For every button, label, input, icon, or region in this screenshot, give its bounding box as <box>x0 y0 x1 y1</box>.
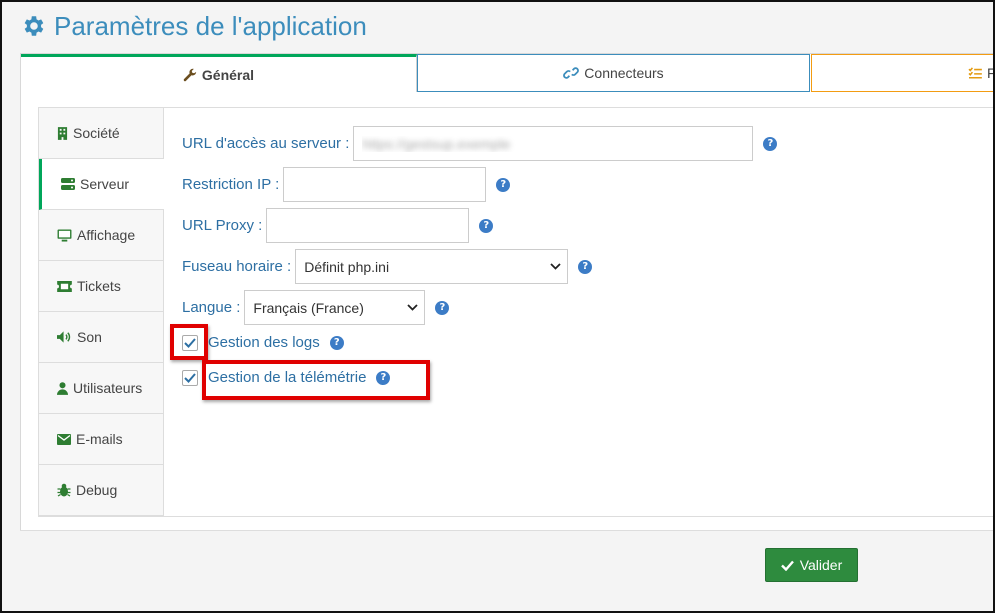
page-title-text: Paramètres de l'application <box>54 10 367 41</box>
sidebar-item-label: Son <box>77 329 102 345</box>
timezone-select[interactable]: Définit php.ini <box>295 249 569 284</box>
sidebar-item-affichage[interactable]: Affichage <box>39 210 163 261</box>
timezone-value: Définit php.ini <box>304 258 390 275</box>
page-title: Paramètres de l'application <box>20 10 367 42</box>
sidebar-item-label: Tickets <box>77 278 121 294</box>
help-icon[interactable]: ? <box>329 335 344 350</box>
sidebar-item-utilisateurs[interactable]: Utilisateurs <box>39 363 163 414</box>
sidebar-item-label: Utilisateurs <box>73 380 143 396</box>
link-icon <box>563 67 580 79</box>
sidebar-item-label: Serveur <box>80 176 130 192</box>
url-proxy-label: URL Proxy : <box>182 217 263 234</box>
user-icon <box>57 381 68 395</box>
help-icon[interactable]: ? <box>763 136 778 151</box>
chevron-down-icon <box>550 263 561 270</box>
tab-general-label: Général <box>201 66 255 83</box>
app-window: Paramètres de l'application Général Conn… <box>0 0 995 613</box>
language-row: Langue : Français (France) ? <box>182 290 450 325</box>
sidebar-item-label: Debug <box>76 482 118 498</box>
url-server-input[interactable] <box>353 126 754 161</box>
checkmark-icon <box>184 372 196 383</box>
help-icon[interactable]: ? <box>578 259 593 274</box>
sidebar-item-debug[interactable]: Debug <box>39 465 163 516</box>
tab-third[interactable]: F <box>811 54 995 92</box>
sidebar-item-label: Affichage <box>77 227 136 243</box>
sidebar-item-label: E-mails <box>76 431 123 447</box>
tab-third-label: F <box>987 65 995 81</box>
settings-tabs: Général Connecteurs F <box>21 54 995 92</box>
sidebar-item-emails[interactable]: E-mails <box>39 414 163 465</box>
server-settings-form: URL d'accès au serveur : ? Restriction I… <box>164 108 993 516</box>
ticket-icon <box>57 280 72 292</box>
validate-button-label: Valider <box>799 557 843 573</box>
checklist-icon <box>968 67 982 79</box>
sidebar-item-tickets[interactable]: Tickets <box>39 261 163 312</box>
tab-connecteurs-label: Connecteurs <box>584 65 664 81</box>
tab-general[interactable]: Général <box>21 54 417 92</box>
help-icon[interactable]: ? <box>496 177 511 192</box>
language-value: Français (France) <box>253 299 364 316</box>
monitor-icon <box>57 228 72 242</box>
sidebar-item-serveur[interactable]: Serveur <box>39 159 164 210</box>
url-proxy-row: URL Proxy : ? <box>182 208 494 243</box>
language-label: Langue : <box>182 299 241 316</box>
restriction-ip-row: Restriction IP : ? <box>182 167 511 202</box>
volume-icon <box>57 331 71 343</box>
highlight-box-telemetry <box>202 360 430 400</box>
sidebar-item-label: Société <box>73 125 120 141</box>
settings-panel: Général Connecteurs F Société Serveur Af… <box>20 53 995 533</box>
restriction-ip-label: Restriction IP : <box>182 176 280 193</box>
validate-button[interactable]: Valider <box>765 548 858 582</box>
sidebar: Société Serveur Affichage Tickets Son Ut… <box>39 108 164 516</box>
wrench-icon <box>183 68 197 81</box>
building-icon <box>57 126 68 140</box>
url-proxy-input[interactable] <box>266 208 470 243</box>
sidebar-item-son[interactable]: Son <box>39 312 163 363</box>
help-icon[interactable]: ? <box>435 300 450 315</box>
bug-icon <box>57 483 71 497</box>
tab-content: Société Serveur Affichage Tickets Son Ut… <box>38 107 993 517</box>
gear-icon <box>24 16 44 36</box>
url-server-row: URL d'accès au serveur : ? <box>182 126 778 161</box>
envelope-icon <box>57 433 71 445</box>
language-select[interactable]: Français (France) <box>244 290 426 325</box>
form-footer: Valider <box>20 530 993 596</box>
highlight-box-logs-checkbox <box>170 324 208 360</box>
url-server-label: URL d'accès au serveur : <box>182 135 350 152</box>
telemetry-checkbox[interactable] <box>182 369 198 386</box>
help-icon[interactable]: ? <box>479 218 494 233</box>
logs-label[interactable]: Gestion des logs <box>208 334 320 351</box>
server-icon <box>61 178 75 190</box>
check-icon <box>780 560 794 571</box>
timezone-row: Fuseau horaire : Définit php.ini ? <box>182 249 593 284</box>
timezone-label: Fuseau horaire : <box>182 258 292 275</box>
sidebar-item-societe[interactable]: Société <box>39 108 163 159</box>
chevron-down-icon <box>407 304 419 311</box>
tab-connecteurs[interactable]: Connecteurs <box>417 54 810 92</box>
restriction-ip-input[interactable] <box>283 167 487 202</box>
